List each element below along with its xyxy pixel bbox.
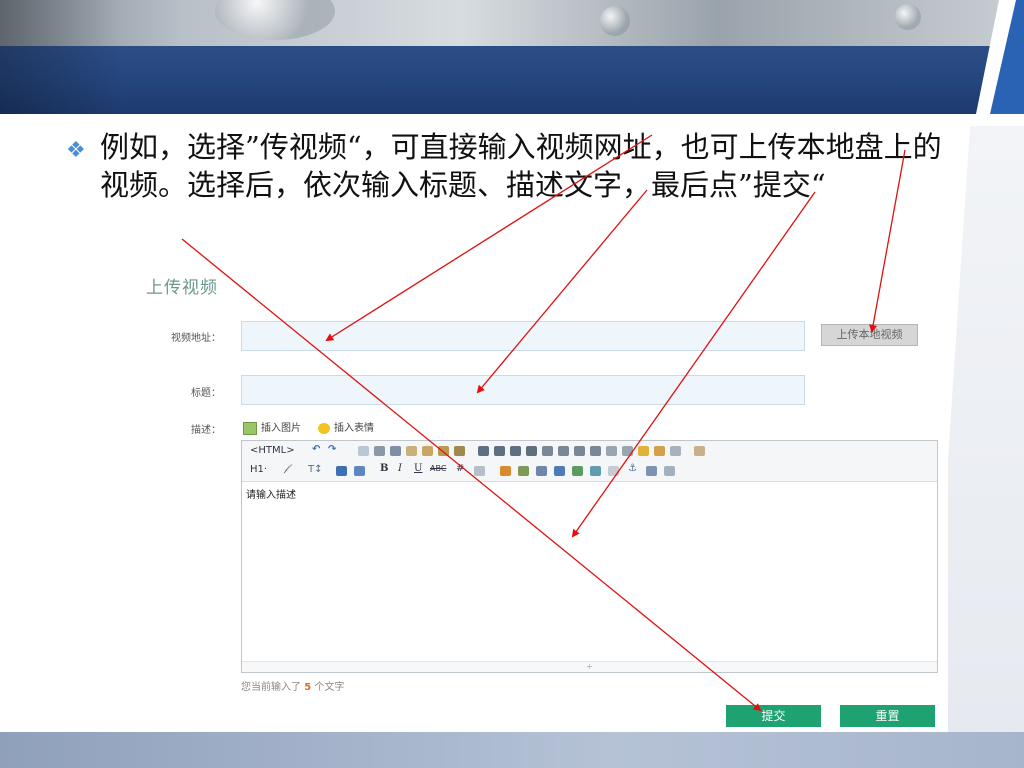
title-input[interactable] xyxy=(241,375,805,405)
indent-icon[interactable] xyxy=(574,446,585,456)
table-icon[interactable]: # xyxy=(456,463,464,474)
cut-icon[interactable] xyxy=(390,446,401,456)
title-label: 标题： xyxy=(191,388,221,399)
submit-button[interactable]: 提交 xyxy=(726,705,821,727)
link-icon[interactable] xyxy=(646,466,657,476)
editor-resize-handle[interactable]: ÷ xyxy=(242,661,937,672)
reset-button[interactable]: 重置 xyxy=(840,705,935,727)
copy-icon[interactable] xyxy=(406,446,417,456)
form-title: 上传视频 xyxy=(146,278,218,298)
insert-table-icon[interactable] xyxy=(554,466,565,476)
char-count-text: 您当前输入了 5 个文字 xyxy=(241,678,344,693)
html-source-button[interactable]: <HTML> xyxy=(250,445,295,456)
slide-header-photo-strip xyxy=(0,0,1024,46)
char-count-prefix: 您当前输入了 xyxy=(241,682,301,693)
rich-text-editor[interactable]: <HTML> ↶ ↷ H1· 𝒻 T↕ B I U ABC # ⚓ 请输入描述 … xyxy=(241,440,938,673)
editor-content[interactable]: 请输入描述 xyxy=(246,486,296,501)
template-icon[interactable] xyxy=(572,466,583,476)
unlink-icon[interactable] xyxy=(664,466,675,476)
slide-header-band xyxy=(0,46,1024,114)
preview-icon[interactable] xyxy=(358,446,369,456)
bullet-paragraph: 例如，选择”传视频“，可直接输入视频网址，也可上传本地盘上的视频。选择后，依次输… xyxy=(100,130,942,202)
char-count-value: 5 xyxy=(304,682,312,693)
select-all-icon[interactable] xyxy=(654,446,665,456)
ordered-list-icon[interactable] xyxy=(542,446,553,456)
video-url-label: 视频地址： xyxy=(171,333,221,344)
clear-format-icon[interactable] xyxy=(638,446,649,456)
undo-icon[interactable]: ↶ xyxy=(312,444,320,455)
water-drop-decoration xyxy=(600,6,630,36)
editor-toolbar: <HTML> ↶ ↷ H1· 𝒻 T↕ B I U ABC # ⚓ xyxy=(242,441,937,482)
bullet-diamond-icon: ❖ xyxy=(66,138,86,163)
insert-image-button[interactable]: 插入图片 xyxy=(243,419,301,435)
upload-local-video-button[interactable]: 上传本地视频 xyxy=(821,324,918,346)
unordered-list-icon[interactable] xyxy=(558,446,569,456)
subscript-icon[interactable] xyxy=(606,446,617,456)
underline-button[interactable]: U xyxy=(414,463,422,474)
align-right-icon[interactable] xyxy=(510,446,521,456)
insert-emoji-label: 插入表情 xyxy=(334,423,374,434)
insert-image-icon[interactable] xyxy=(500,466,511,476)
print-icon[interactable] xyxy=(374,446,385,456)
code-icon[interactable] xyxy=(590,466,601,476)
insert-emoji-button[interactable]: 插入表情 xyxy=(318,419,374,434)
font-color-icon[interactable] xyxy=(336,466,347,476)
superscript-icon[interactable] xyxy=(622,446,633,456)
slide-footer-band xyxy=(0,732,1024,768)
paste-word-icon[interactable] xyxy=(454,446,465,456)
pointer-icon[interactable] xyxy=(670,446,681,456)
smiley-icon xyxy=(318,422,330,434)
flash-icon[interactable] xyxy=(518,466,529,476)
anchor-icon[interactable]: ⚓ xyxy=(628,463,637,474)
font-family-button[interactable]: 𝒻 xyxy=(284,463,288,474)
fullscreen-icon[interactable] xyxy=(694,446,705,456)
bold-button[interactable]: B xyxy=(380,463,388,474)
image-icon xyxy=(243,421,257,435)
italic-button[interactable]: I xyxy=(398,463,402,474)
description-label: 描述： xyxy=(191,425,221,436)
paste-text-icon[interactable] xyxy=(438,446,449,456)
page-break-icon[interactable] xyxy=(608,466,619,476)
water-drop-decoration xyxy=(895,4,921,30)
header-shade xyxy=(0,0,120,114)
outdent-icon[interactable] xyxy=(590,446,601,456)
redo-icon[interactable]: ↷ xyxy=(328,444,336,455)
highlight-color-icon[interactable] xyxy=(354,466,365,476)
paste-icon[interactable] xyxy=(422,446,433,456)
video-url-input[interactable] xyxy=(241,321,805,351)
media-icon[interactable] xyxy=(536,466,547,476)
font-size-button[interactable]: T↕ xyxy=(308,464,323,475)
align-center-icon[interactable] xyxy=(494,446,505,456)
heading-button[interactable]: H1· xyxy=(250,464,267,475)
insert-image-label: 插入图片 xyxy=(261,423,301,434)
strikethrough-button[interactable]: ABC xyxy=(430,464,446,473)
char-count-suffix: 个文字 xyxy=(314,682,345,693)
align-left-icon[interactable] xyxy=(478,446,489,456)
align-justify-icon[interactable] xyxy=(526,446,537,456)
eraser-icon[interactable] xyxy=(474,466,485,476)
